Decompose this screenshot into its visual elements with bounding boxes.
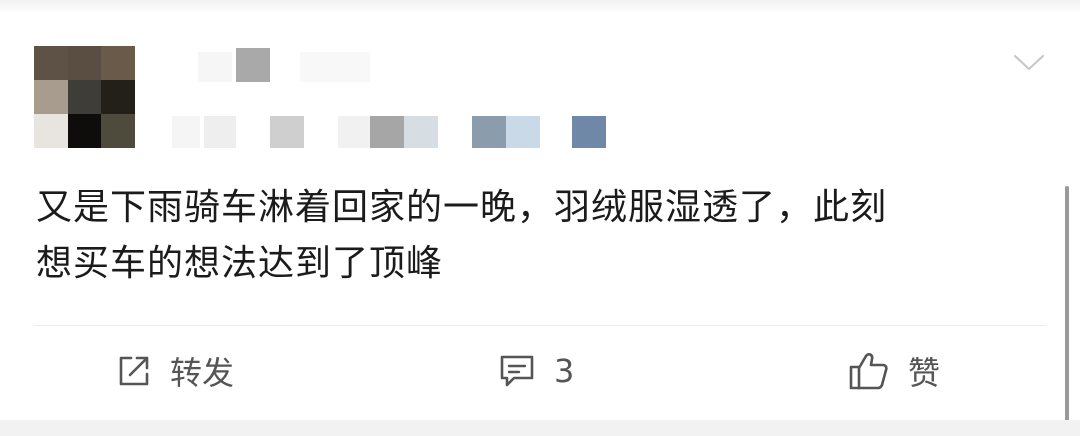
chevron-down-icon[interactable] [1012, 50, 1046, 74]
post-text-line-1: 又是下雨骑车淋着回家的一晚，羽绒服湿透了，此刻 [36, 187, 888, 228]
comment-button[interactable]: 3 [498, 346, 574, 396]
like-button[interactable]: 赞 [848, 346, 940, 396]
top-fade [0, 0, 1080, 14]
weibo-post-card: 又是下雨骑车淋着回家的一晚，羽绒服湿透了，此刻 想买车的想法达到了顶峰 转发 3… [0, 0, 1080, 436]
scrollbar[interactable] [1065, 186, 1069, 422]
share-out-icon [119, 356, 149, 386]
like-label: 赞 [908, 354, 941, 392]
post-text: 又是下雨骑车淋着回家的一晚，羽绒服湿透了，此刻 想买车的想法达到了顶峰 [36, 180, 1036, 292]
bottom-strip [0, 420, 1080, 436]
repost-label: 转发 [170, 354, 235, 392]
avatar[interactable] [34, 46, 135, 148]
repost-button[interactable]: 转发 [116, 346, 234, 396]
comment-bubble-icon [500, 355, 534, 387]
thumbs-up-icon [849, 353, 888, 390]
comment-count: 3 [554, 352, 575, 390]
post-text-line-2: 想买车的想法达到了顶峰 [36, 243, 444, 284]
divider [34, 325, 1046, 326]
